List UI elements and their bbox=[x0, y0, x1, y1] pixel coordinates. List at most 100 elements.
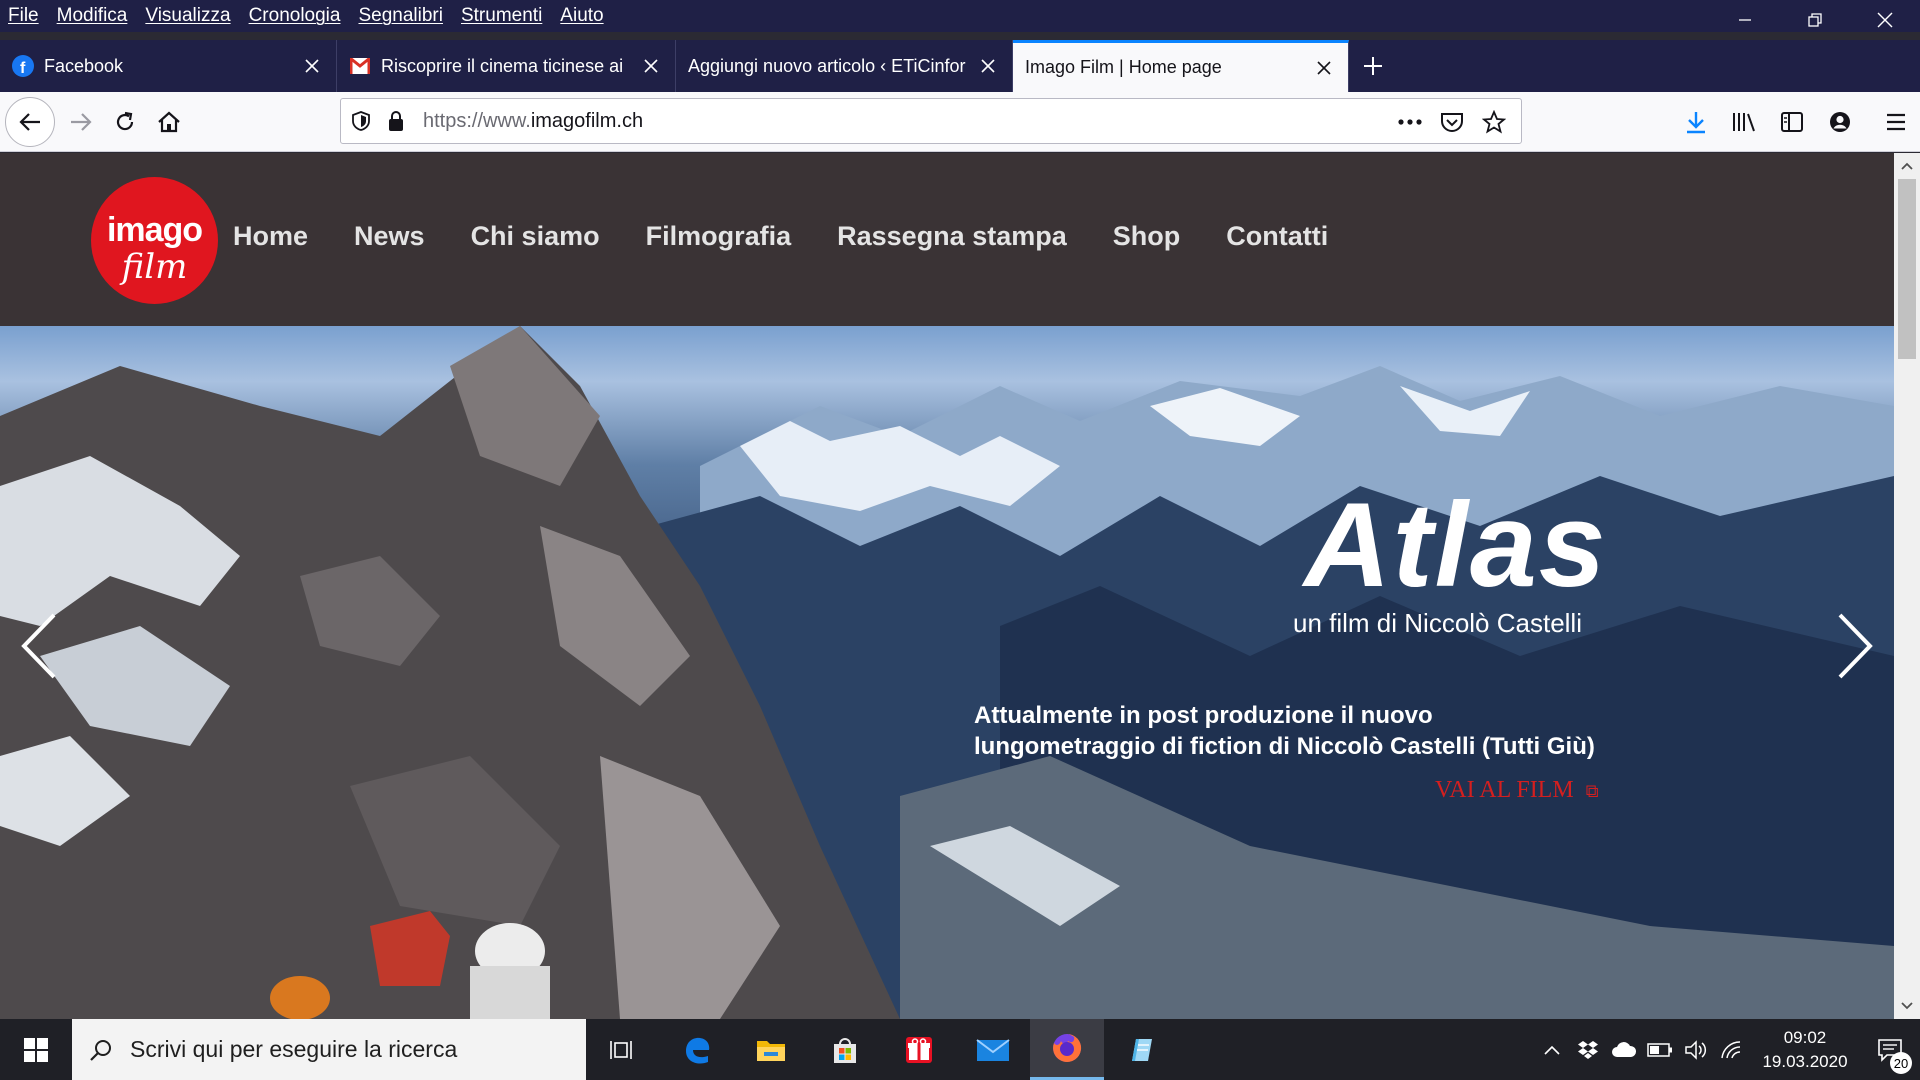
nav-home[interactable]: Home bbox=[233, 221, 308, 252]
tab-aggiungi-articolo[interactable]: Aggiungi nuovo articolo ‹ ETiCinfor bbox=[676, 40, 1013, 92]
chevron-right-icon bbox=[1838, 613, 1873, 679]
back-button[interactable] bbox=[5, 96, 55, 147]
bookmark-star-button[interactable] bbox=[1473, 100, 1515, 144]
page-actions-button[interactable] bbox=[1389, 100, 1431, 144]
lock-icon[interactable] bbox=[381, 99, 411, 143]
start-button[interactable] bbox=[0, 1019, 72, 1080]
menu-file[interactable]: File bbox=[8, 5, 39, 27]
taskbar-store[interactable] bbox=[808, 1019, 882, 1080]
battery-icon bbox=[1647, 1042, 1672, 1057]
nav-shop[interactable]: Shop bbox=[1113, 221, 1181, 252]
hero-description-line-2: lungometraggio di fiction di Niccolò Cas… bbox=[974, 733, 1595, 760]
hero-description-line-1: Attualmente in post produzione il nuovo bbox=[974, 702, 1433, 729]
nav-chi-siamo[interactable]: Chi siamo bbox=[471, 221, 600, 252]
minimize-button[interactable] bbox=[1710, 0, 1780, 40]
taskbar-gift-app[interactable] bbox=[882, 1019, 956, 1080]
cta-label: VAI AL FILM bbox=[1435, 777, 1574, 803]
close-window-button[interactable] bbox=[1850, 0, 1920, 40]
home-button[interactable] bbox=[147, 100, 191, 144]
taskbar-clock[interactable]: 09:02 19.03.2020 bbox=[1750, 1026, 1860, 1074]
sidebar-button[interactable] bbox=[1768, 100, 1816, 144]
taskbar-mail[interactable] bbox=[956, 1019, 1030, 1080]
search-placeholder: Scrivi qui per eseguire la ricerca bbox=[130, 1036, 458, 1062]
hero-title: Atlas bbox=[1304, 478, 1608, 612]
restore-icon bbox=[1808, 13, 1822, 27]
close-icon bbox=[1317, 60, 1331, 75]
pocket-button[interactable] bbox=[1431, 100, 1473, 144]
site-header: imago film Home News Chi siamo Filmograf… bbox=[0, 153, 1894, 326]
hamburger-icon bbox=[1887, 113, 1905, 131]
menu-strumenti[interactable]: Strumenti bbox=[461, 5, 542, 27]
menu-cronologia[interactable]: Cronologia bbox=[249, 5, 341, 27]
downloads-button[interactable] bbox=[1672, 100, 1720, 144]
nav-contatti[interactable]: Contatti bbox=[1226, 221, 1328, 252]
taskbar-notepad-app[interactable] bbox=[1104, 1019, 1178, 1080]
reload-icon bbox=[116, 111, 134, 130]
scroll-thumb[interactable] bbox=[1898, 179, 1916, 359]
gmail-icon bbox=[349, 55, 371, 77]
task-view-icon bbox=[610, 1040, 632, 1059]
svg-text:f: f bbox=[20, 60, 26, 77]
page-scrollbar[interactable] bbox=[1894, 153, 1920, 1019]
vai-al-film-link[interactable]: VAI AL FILM ⧉ bbox=[1435, 777, 1599, 804]
tab-close-button[interactable] bbox=[976, 54, 1000, 78]
tab-facebook[interactable]: f Facebook bbox=[0, 40, 337, 92]
nav-news[interactable]: News bbox=[354, 221, 425, 252]
task-view-button[interactable] bbox=[586, 1019, 660, 1080]
tab-close-button[interactable] bbox=[300, 54, 324, 78]
network-tray-button[interactable] bbox=[1714, 1019, 1750, 1080]
taskbar-firefox[interactable] bbox=[1030, 1019, 1104, 1080]
clock-date: 19.03.2020 bbox=[1762, 1051, 1848, 1071]
close-icon bbox=[305, 59, 319, 73]
library-button[interactable] bbox=[1720, 100, 1768, 144]
taskbar-file-explorer[interactable] bbox=[734, 1019, 808, 1080]
nav-toolbar: https://www.imagofilm.ch bbox=[0, 92, 1920, 152]
menu-button[interactable] bbox=[1872, 100, 1920, 144]
site-nav: Home News Chi siamo Filmografia Rassegna… bbox=[233, 221, 1374, 252]
restore-button[interactable] bbox=[1780, 0, 1850, 40]
forward-button[interactable] bbox=[59, 100, 103, 144]
download-icon bbox=[1687, 112, 1705, 134]
tracking-shield-icon[interactable] bbox=[341, 99, 381, 143]
url-prefix: https://www. bbox=[423, 109, 531, 132]
new-tab-button[interactable] bbox=[1349, 40, 1397, 92]
menu-segnalibri[interactable]: Segnalibri bbox=[358, 5, 443, 27]
taskbar-edge[interactable] bbox=[660, 1019, 734, 1080]
tab-title: Facebook bbox=[44, 55, 124, 76]
dropbox-tray-button[interactable] bbox=[1570, 1019, 1606, 1080]
account-icon bbox=[1830, 112, 1850, 132]
nav-rassegna-stampa[interactable]: Rassegna stampa bbox=[837, 221, 1067, 252]
system-tray: 09:02 19.03.2020 20 bbox=[1534, 1019, 1920, 1080]
onedrive-tray-button[interactable] bbox=[1606, 1019, 1642, 1080]
wifi-icon bbox=[1721, 1040, 1741, 1058]
imago-film-logo[interactable]: imago film bbox=[91, 177, 218, 304]
logo-text-top: imago bbox=[106, 211, 203, 249]
nav-filmografia[interactable]: Filmografia bbox=[646, 221, 792, 252]
plus-icon bbox=[1364, 57, 1382, 75]
tab-close-button[interactable] bbox=[1312, 56, 1336, 80]
folder-icon bbox=[757, 1040, 785, 1061]
menu-aiuto[interactable]: Aiuto bbox=[560, 5, 603, 27]
account-button[interactable] bbox=[1816, 100, 1864, 144]
show-hidden-icons-button[interactable] bbox=[1534, 1019, 1570, 1080]
slider-next-button[interactable] bbox=[1826, 606, 1886, 686]
slider-prev-button[interactable] bbox=[8, 606, 68, 686]
url-bar[interactable]: https://www.imagofilm.ch bbox=[340, 98, 1522, 144]
scroll-down-button[interactable] bbox=[1894, 993, 1920, 1019]
chevron-down-icon bbox=[1901, 1002, 1913, 1010]
store-icon bbox=[834, 1037, 856, 1063]
more-dots-icon bbox=[1398, 119, 1422, 125]
battery-tray-button[interactable] bbox=[1642, 1019, 1678, 1080]
scroll-up-button[interactable] bbox=[1894, 153, 1920, 179]
tab-close-button[interactable] bbox=[639, 54, 663, 78]
menu-visualizza[interactable]: Visualizza bbox=[145, 5, 230, 27]
menu-modifica[interactable]: Modifica bbox=[57, 5, 128, 27]
tab-imago-film[interactable]: Imago Film | Home page bbox=[1013, 40, 1349, 92]
action-center-button[interactable]: 20 bbox=[1860, 1019, 1920, 1080]
external-link-icon: ⧉ bbox=[1585, 781, 1599, 801]
taskbar-search[interactable]: Scrivi qui per eseguire la ricerca bbox=[72, 1019, 586, 1080]
volume-tray-button[interactable] bbox=[1678, 1019, 1714, 1080]
reload-button[interactable] bbox=[103, 100, 147, 144]
tab-riscoprire[interactable]: Riscoprire il cinema ticinese ai bbox=[337, 40, 676, 92]
tab-title: Imago Film | Home page bbox=[1025, 57, 1222, 77]
